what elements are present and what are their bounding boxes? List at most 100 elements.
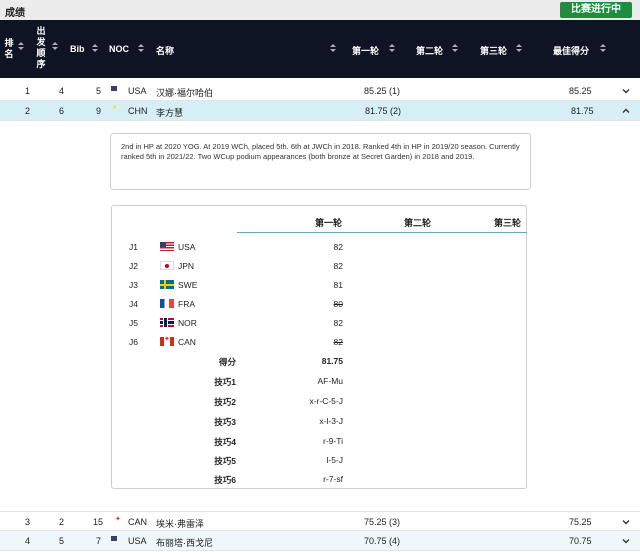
rank-sort-icon[interactable] xyxy=(18,42,25,51)
score-label: 得分 xyxy=(218,357,236,367)
chevron-down-icon[interactable] xyxy=(622,537,630,545)
row-noc: USA xyxy=(128,536,147,546)
row-noc: CAN xyxy=(128,517,148,527)
score-row: 得分 81.75 xyxy=(112,353,528,372)
chevron-down-icon[interactable] xyxy=(622,87,630,95)
trick-row: 技巧4 r-9-Ti xyxy=(112,433,528,452)
score-value: 81.75 xyxy=(321,356,343,366)
trick-row: 技巧2 x-r-C-5-J xyxy=(112,393,528,412)
row-order: 5 xyxy=(59,536,65,546)
chevron-down-icon[interactable] xyxy=(622,518,630,526)
judge-id: J1 xyxy=(129,242,138,252)
trick-row: 技巧1 AF-Mu xyxy=(112,373,528,392)
judge-id: J6 xyxy=(129,337,138,347)
run3-sort-icon[interactable] xyxy=(516,44,523,53)
trick-label: 技巧2 xyxy=(214,397,236,407)
row-bib: 7 xyxy=(96,536,102,546)
row-rank: 1 xyxy=(25,86,31,96)
row-noc: USA xyxy=(128,86,147,96)
judge-score-dropped: 82 xyxy=(333,337,343,347)
row-bib: 9 xyxy=(96,106,102,116)
results-topbar: 成绩 比赛进行中 xyxy=(0,0,640,20)
canada-flag-icon xyxy=(160,335,174,346)
judge-score: 82 xyxy=(333,261,343,271)
judge-row: J6 CAN 82 xyxy=(112,334,528,353)
sweden-flag-icon xyxy=(160,280,174,289)
row-bib: 15 xyxy=(93,517,104,527)
row-best: 70.75 xyxy=(569,536,592,546)
row-best: 85.25 xyxy=(569,86,592,96)
row-run1: 75.25 (3) xyxy=(364,517,401,527)
judges-header-divider xyxy=(237,232,527,233)
results-title: 成绩 xyxy=(5,8,25,19)
judge-score: 82 xyxy=(333,318,343,328)
judge-score-dropped: 80 xyxy=(333,299,343,309)
col-best-header[interactable]: 最佳得分 xyxy=(553,44,589,57)
row-rank: 3 xyxy=(25,517,31,527)
table-row-selected[interactable]: 2 6 9 CHN 李方慧 81.75 (2) 81.75 xyxy=(0,101,640,121)
col-run1-header[interactable]: 第一轮 xyxy=(352,44,379,57)
athlete-name[interactable]: 汉娜·福尔哈伯 xyxy=(156,86,213,99)
table-row[interactable]: 3 2 15 CAN 埃米·弗雷泽 75.25 (3) 75.25 xyxy=(0,511,640,531)
run2-sort-icon[interactable] xyxy=(452,44,459,53)
chevron-up-icon[interactable] xyxy=(622,107,630,115)
judge-row: J5 NOR 82 xyxy=(112,315,528,334)
judge-noc: USA xyxy=(178,242,196,252)
trick-value: x-l-3-J xyxy=(319,416,343,426)
norway-flag-icon xyxy=(160,318,174,327)
col-noc-header[interactable]: NOC xyxy=(109,44,129,54)
trick-row: 技巧6 r-7-sf xyxy=(112,471,528,490)
run1-sort-icon[interactable] xyxy=(389,44,396,53)
row-order: 4 xyxy=(59,86,65,96)
row-order: 6 xyxy=(59,106,65,116)
athlete-bio: 2nd in HP at 2020 YOG. At 2019 WCh, plac… xyxy=(110,133,531,190)
trick-label: 技巧1 xyxy=(214,377,236,387)
judge-noc: FRA xyxy=(178,299,195,309)
judge-noc: JPN xyxy=(178,261,195,271)
col-bib-header[interactable]: Bib xyxy=(70,44,85,54)
judge-noc: SWE xyxy=(178,280,198,290)
judge-id: J3 xyxy=(129,280,138,290)
athlete-name[interactable]: 布丽塔·西戈尼 xyxy=(156,536,213,549)
judge-id: J5 xyxy=(129,318,138,328)
row-best: 81.75 xyxy=(571,106,594,116)
name-sort-icon[interactable] xyxy=(330,44,337,53)
trick-value: x-r-C-5-J xyxy=(309,396,343,406)
bib-sort-icon[interactable] xyxy=(92,44,99,53)
row-run1: 81.75 (2) xyxy=(365,106,402,116)
row-rank: 4 xyxy=(25,536,31,546)
judge-row: J1 USA 82 xyxy=(112,239,528,258)
table-row[interactable]: 4 5 7 USA 布丽塔·西戈尼 70.75 (4) 70.75 xyxy=(0,531,640,551)
judges-run3-header: 第三轮 xyxy=(494,218,522,228)
usa-flag-icon xyxy=(160,242,174,251)
competition-status-button[interactable]: 比赛进行中 xyxy=(560,2,632,18)
row-order: 2 xyxy=(59,517,65,527)
col-run3-header[interactable]: 第三轮 xyxy=(480,44,507,57)
table-row[interactable]: 1 4 5 USA 汉娜·福尔哈伯 85.25 (1) 85.25 xyxy=(0,81,640,101)
row-bib: 5 xyxy=(96,86,102,96)
col-rank-header[interactable]: 排名 xyxy=(4,38,14,60)
col-run2-header[interactable]: 第二轮 xyxy=(416,44,443,57)
trick-label: 技巧4 xyxy=(214,437,236,447)
trick-label: 技巧6 xyxy=(214,475,236,485)
judges-run1-header: 第一轮 xyxy=(315,218,343,228)
results-table-header: 排名 出发顺序 Bib NOC 名称 第一轮 第二轮 第三轮 最佳得分 xyxy=(0,20,640,78)
row-run1: 70.75 (4) xyxy=(364,536,401,546)
results-page: 成绩 比赛进行中 排名 出发顺序 Bib NOC 名称 第一轮 第二轮 第三轮 … xyxy=(0,0,640,556)
judges-score-panel: 第一轮 第二轮 第三轮 J1 USA 82 J2 JPN 82 J3 SWE 8… xyxy=(111,205,527,489)
france-flag-icon xyxy=(160,299,174,308)
athlete-name[interactable]: 李方慧 xyxy=(156,106,183,119)
japan-flag-icon xyxy=(160,261,174,270)
row-run1: 85.25 (1) xyxy=(364,86,401,96)
athlete-name[interactable]: 埃米·弗雷泽 xyxy=(156,517,204,530)
judge-row: J4 FRA 80 xyxy=(112,296,528,315)
trick-value: r-9-Ti xyxy=(323,436,343,446)
trick-value: AF-Mu xyxy=(317,376,344,386)
best-sort-icon[interactable] xyxy=(600,44,607,53)
col-name-header[interactable]: 名称 xyxy=(156,44,174,57)
trick-value: r-7-sf xyxy=(323,474,343,484)
judge-id: J4 xyxy=(129,299,138,309)
col-order-header[interactable]: 出发顺序 xyxy=(36,26,46,70)
order-sort-icon[interactable] xyxy=(52,42,59,51)
noc-sort-icon[interactable] xyxy=(138,44,145,53)
